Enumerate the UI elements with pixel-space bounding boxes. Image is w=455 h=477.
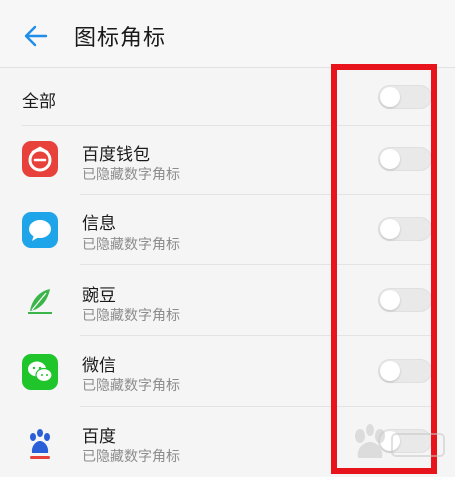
divider	[80, 194, 433, 195]
app-badge-toggle[interactable]	[378, 359, 432, 383]
app-badge-toggle[interactable]	[378, 147, 432, 171]
toggle-knob	[380, 290, 400, 310]
all-apps-label: 全部	[22, 92, 56, 112]
app-status: 已隐藏数字角标	[82, 378, 180, 394]
divider	[80, 335, 433, 336]
divider	[80, 406, 433, 407]
wechat-bubbles-icon	[28, 361, 53, 383]
app-badge-toggle[interactable]	[378, 429, 432, 453]
wandoujia-icon	[22, 283, 58, 319]
app-status: 已隐藏数字角标	[82, 167, 180, 183]
divider	[22, 125, 433, 126]
app-name: 微信	[82, 356, 116, 376]
app-badge-toggle[interactable]	[378, 217, 432, 241]
toggle-knob	[380, 149, 400, 169]
app-badge-toggle[interactable]	[378, 288, 432, 312]
app-name: 百度钱包	[82, 145, 150, 165]
app-status: 已隐藏数字角标	[82, 237, 180, 253]
wechat-icon	[22, 354, 58, 390]
app-name: 信息	[82, 214, 116, 234]
toggle-knob	[380, 361, 400, 381]
paw-icon	[30, 429, 50, 459]
app-status: 已隐藏数字角标	[82, 308, 180, 324]
baidu-wallet-icon	[22, 141, 58, 177]
leaf-icon	[28, 289, 52, 314]
toggle-knob	[380, 87, 400, 107]
baidu-icon	[22, 425, 58, 461]
all-apps-toggle[interactable]	[378, 85, 432, 109]
arrow-left-icon[interactable]	[22, 22, 50, 50]
page-title: 图标角标	[74, 26, 167, 51]
app-name: 豌豆	[82, 286, 116, 306]
title-bar: 图标角标	[0, 0, 455, 68]
app-status: 已隐藏数字角标	[82, 449, 180, 465]
chat-bubble-icon	[29, 220, 51, 241]
divider	[80, 264, 433, 265]
messages-icon	[22, 212, 58, 248]
app-name: 百度	[82, 427, 116, 447]
wallet-glyph-icon	[28, 146, 52, 172]
toggle-knob	[380, 219, 400, 239]
toggle-knob	[380, 431, 400, 451]
